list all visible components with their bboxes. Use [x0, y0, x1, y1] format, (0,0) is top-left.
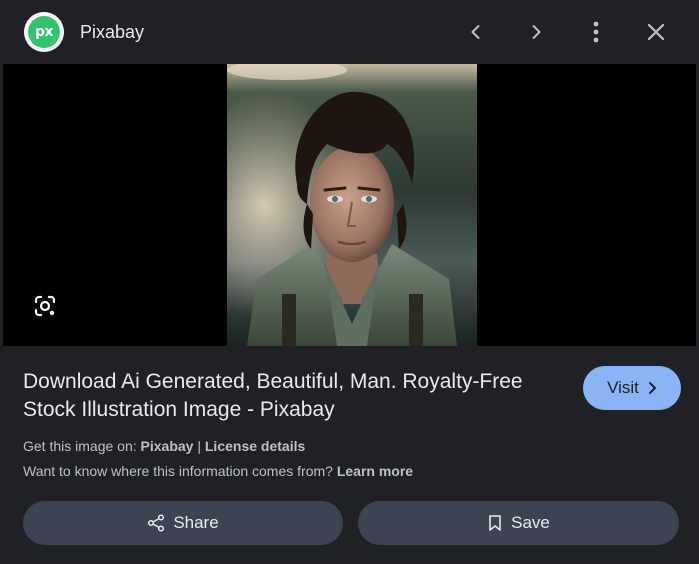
info-source-line: Want to know where this information come…	[23, 462, 413, 480]
learn-more-link[interactable]: Learn more	[337, 463, 413, 479]
next-button[interactable]	[520, 16, 552, 48]
pixabay-logo-icon: px	[28, 16, 60, 48]
source-prefix: Get this image on:	[23, 438, 137, 454]
share-icon	[148, 514, 165, 532]
share-button[interactable]: Share	[23, 501, 343, 545]
chevron-left-icon	[471, 25, 480, 39]
panel-header: px Pixabay	[0, 0, 699, 64]
license-details-link[interactable]: License details	[205, 438, 305, 454]
source-line: Get this image on: Pixabay | License det…	[23, 437, 305, 455]
chevron-right-icon	[532, 25, 541, 39]
site-name[interactable]: Pixabay	[80, 20, 144, 44]
info-prefix: Want to know where this information come…	[23, 463, 333, 479]
close-icon	[647, 23, 665, 41]
share-label: Share	[173, 513, 219, 532]
image-title[interactable]: Download Ai Generated, Beautiful, Man. R…	[23, 368, 571, 424]
google-lens-button[interactable]	[29, 290, 61, 322]
source-link[interactable]: Pixabay	[141, 438, 194, 454]
more-vert-icon	[593, 21, 599, 43]
visit-label: Visit	[607, 378, 639, 397]
google-lens-icon	[34, 295, 56, 317]
site-logo[interactable]: px	[24, 12, 64, 52]
portrait-illustration	[227, 64, 477, 346]
more-options-button[interactable]	[580, 16, 612, 48]
visit-button[interactable]: Visit	[583, 366, 681, 410]
save-label: Save	[511, 513, 550, 532]
image-preview-panel: px Pixabay Download Ai Generated, Beauti…	[0, 0, 699, 564]
separator: |	[197, 438, 201, 454]
preview-image[interactable]	[227, 64, 477, 346]
save-button[interactable]: Save	[358, 501, 679, 545]
image-viewer	[3, 64, 696, 346]
close-button[interactable]	[640, 16, 672, 48]
chevron-right-icon	[647, 381, 657, 395]
bookmark-icon	[489, 515, 501, 531]
previous-button[interactable]	[460, 16, 492, 48]
